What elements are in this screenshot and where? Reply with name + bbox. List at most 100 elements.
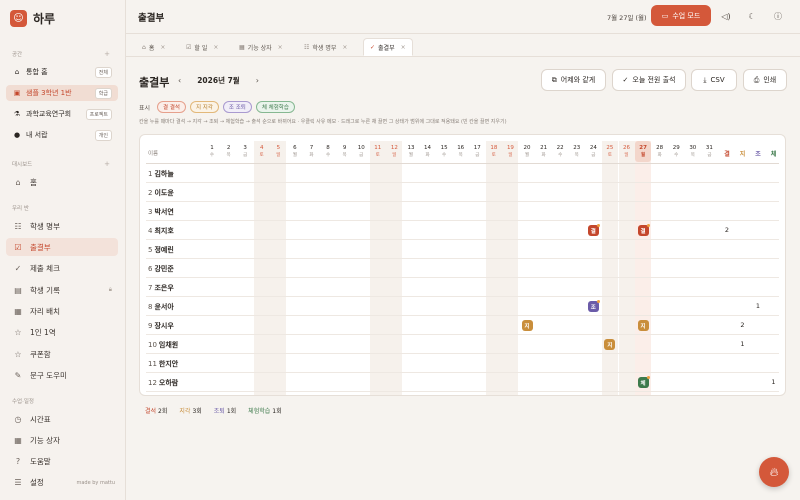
nav-submission-check[interactable]: ✓ 제출 체크 (6, 259, 118, 277)
weekend-column (270, 141, 287, 395)
chevron-left-icon[interactable]: ‹ (178, 76, 181, 85)
grid-icon: ▦ (14, 306, 22, 316)
workspace-research[interactable]: ⚗ 과학교육연구회 프로젝트 (6, 106, 118, 122)
add-dashboard-icon[interactable]: + (104, 160, 110, 168)
attendance-title: 출결부 (139, 76, 170, 89)
student-name-text: 한지안 (158, 360, 179, 368)
student-name-text: 최지호 (154, 227, 174, 235)
day-weekday: 목 (690, 153, 695, 158)
add-space-icon[interactable]: + (104, 50, 110, 58)
nav-timetable[interactable]: ◷ 시간표 (6, 410, 118, 428)
grid-icon: ▦ (14, 435, 22, 445)
brand[interactable]: ☺ 하루 (10, 10, 55, 27)
day-number: 11 (374, 145, 382, 151)
nav-attendance[interactable]: ☑ 출결부 (6, 238, 118, 256)
attendance-mark[interactable]: 체 (637, 376, 650, 388)
tab-student-roster[interactable]: ☷ 학생 명부 × (298, 38, 353, 56)
student-name[interactable]: 2 이도윤 (148, 188, 174, 198)
tab-attendance[interactable]: ✓ 출결부 × (363, 38, 413, 56)
student-number: 8 (148, 303, 153, 311)
nav-coupon-box[interactable]: ☆ 쿠폰함 (6, 345, 118, 363)
nav-seat-arrangement[interactable]: ▦ 자리 배치 (6, 302, 118, 320)
workspace-label: 내 서랍 (26, 131, 48, 139)
chevron-right-icon[interactable]: › (256, 76, 259, 85)
day-weekday: 수 (674, 153, 679, 158)
student-name[interactable]: 8 윤서아 (148, 302, 174, 312)
day-header: 24 금 (585, 144, 601, 160)
star-icon: ☆ (14, 327, 22, 337)
day-header: 13 월 (403, 144, 419, 160)
attendance-mark[interactable]: 지 (604, 339, 616, 350)
workspace-drawer[interactable]: ● 내 서랍 개인 (6, 127, 118, 143)
workspace-class[interactable]: ▣ 샘플 3학년 1반 학급 (6, 85, 118, 101)
tab-label: 할 일 (194, 44, 208, 52)
summary-header: 결 (724, 151, 730, 158)
people-icon: ☷ (304, 43, 310, 51)
close-icon[interactable]: × (160, 44, 165, 51)
student-name[interactable]: 12 오하람 (148, 378, 178, 388)
close-icon[interactable]: × (342, 44, 347, 51)
day-number: 23 (573, 145, 581, 151)
student-name[interactable]: 3 박서연 (148, 207, 174, 217)
close-icon[interactable]: × (278, 44, 283, 51)
nav-help[interactable]: ? 도움말 (6, 452, 118, 470)
student-name[interactable]: 10 임채원 (148, 340, 178, 350)
student-name-text: 오하람 (158, 379, 179, 387)
sound-icon[interactable]: ◁) (719, 9, 733, 23)
day-weekday: 월 (524, 153, 530, 158)
all-present-button[interactable]: ✓ 오늘 전원 출석 (612, 69, 686, 91)
weekend-column (369, 141, 386, 395)
close-icon[interactable]: × (401, 44, 406, 51)
summary-header: 조 (755, 151, 761, 158)
student-name[interactable]: 7 조은우 (148, 283, 174, 293)
legend-field-trip: 체 체험학습 (255, 101, 295, 113)
summary-count: 1 (771, 378, 776, 386)
attendance-mark[interactable]: 조 (587, 300, 600, 312)
student-number: 9 (148, 322, 153, 330)
copy-yesterday-button[interactable]: ⧉ 어제와 같게 (541, 69, 606, 91)
pencil-icon: ✎ (14, 370, 22, 380)
student-name[interactable]: 6 강민준 (148, 264, 174, 274)
close-icon[interactable]: × (213, 44, 218, 51)
student-number: 4 (148, 227, 153, 235)
row-divider (146, 315, 779, 316)
student-name[interactable]: 11 한지안 (148, 359, 178, 369)
class-mode-button[interactable]: ▭ 수업 모드 (651, 5, 711, 26)
day-header: 9목 (337, 144, 353, 160)
nav-home[interactable]: ⌂ 홈 (6, 173, 118, 191)
section-schedule-text: 수업·일정 (12, 399, 34, 405)
tab-todo[interactable]: ☑ 할 일 × (180, 38, 224, 56)
student-name[interactable]: 5 정예린 (148, 245, 174, 255)
attendance-mark[interactable]: 지 (521, 320, 533, 331)
day-number: 6 (293, 145, 297, 151)
attendance-mark[interactable]: 지 (637, 320, 649, 331)
download-icon: ⤓ (703, 75, 707, 84)
nav-one-role[interactable]: ☆ 1인 1역 (6, 323, 118, 341)
star-outline-icon: ☆ (14, 349, 22, 359)
nav-student-records[interactable]: ▤ 학생 기록 🔒︎ (6, 281, 118, 299)
csv-button[interactable]: ⤓ CSV (691, 69, 737, 91)
day-weekday: 일 (276, 153, 281, 158)
attendance-mark[interactable]: 결 (637, 224, 650, 236)
student-name[interactable]: 1 김하늘 (148, 169, 174, 179)
workspace-home[interactable]: ⌂ 통합 홈 전체 (6, 64, 118, 80)
print-button[interactable]: ⎙ 인쇄 (743, 69, 787, 91)
name-column-header: 이름 (148, 151, 159, 157)
section-space-text: 공간 (12, 52, 23, 58)
help-circle-icon[interactable]: ⓘ (771, 9, 785, 23)
check-square-icon: ☑ (14, 242, 22, 252)
moon-icon[interactable]: ☾ (745, 9, 759, 23)
day-header: 19 일 (502, 144, 518, 160)
nav-writing-helper[interactable]: ✎ 문구 도우미 (6, 366, 118, 384)
tab-home[interactable]: ⌂ 홈 × (136, 38, 171, 56)
summary-item: 결석 2회 (145, 406, 167, 415)
nav-student-roster[interactable]: ☷ 학생 명부 (6, 217, 118, 235)
tab-feature-box[interactable]: ▦ 기능 상자 × (233, 38, 289, 56)
nav-feature-box[interactable]: ▦ 기능 상자 (6, 431, 118, 449)
student-name[interactable]: 9 장시우 (148, 321, 174, 331)
fire-action-button[interactable]: 🔥︎ (759, 457, 789, 487)
attendance-mark[interactable]: 결 (587, 224, 600, 236)
day-header: 31 금 (701, 144, 717, 160)
attendance-code: 결 (590, 228, 596, 235)
student-name[interactable]: 4 최지호 (148, 226, 174, 236)
